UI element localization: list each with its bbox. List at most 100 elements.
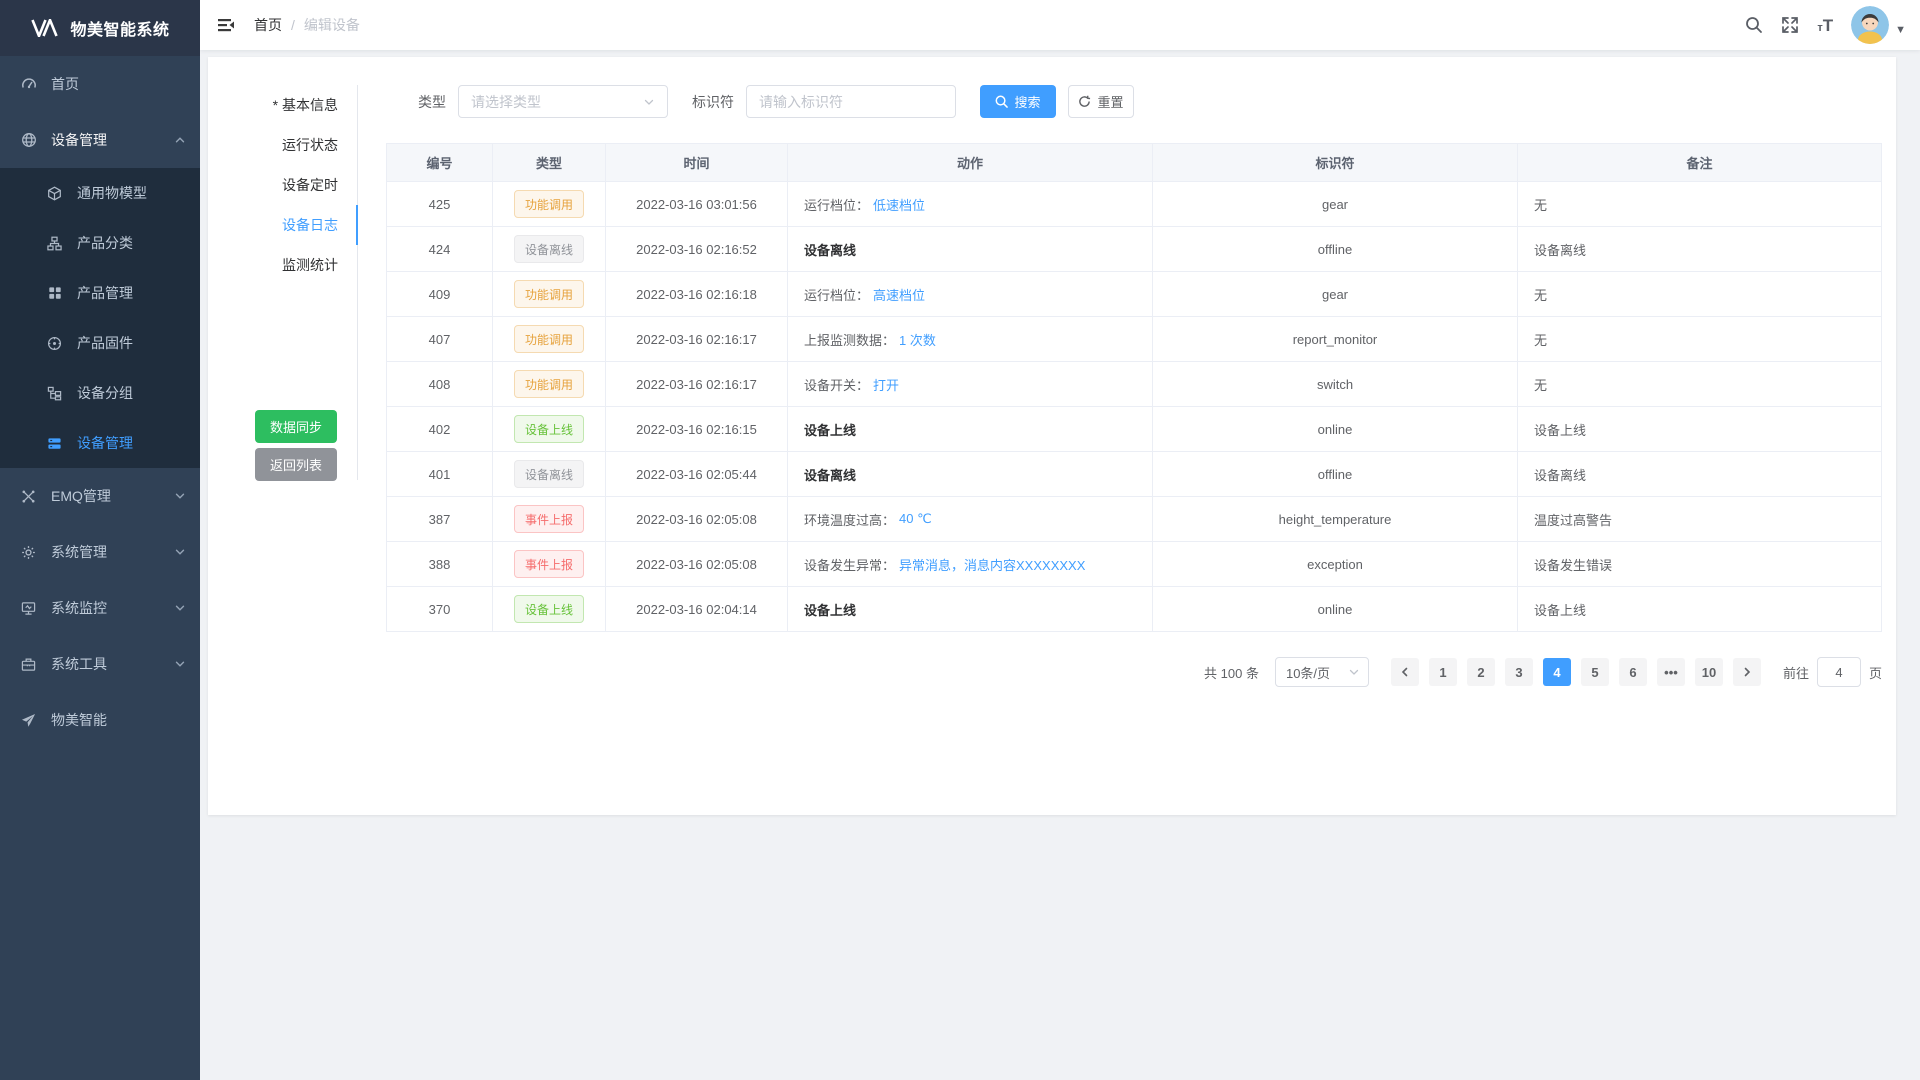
cell-time: 2022-03-16 02:16:17	[606, 317, 788, 361]
prev-page-button[interactable]	[1391, 658, 1419, 686]
table-row: 387事件上报2022-03-16 02:05:08环境温度过高：40 ℃hei…	[387, 496, 1881, 541]
search-icon[interactable]	[1745, 16, 1763, 34]
tab-0[interactable]: * 基本信息	[208, 85, 357, 125]
action-text: 设备上线	[804, 600, 856, 619]
page-button-6[interactable]: 6	[1619, 658, 1647, 686]
type-label: 类型	[418, 92, 446, 112]
type-select[interactable]: 请选择类型	[458, 85, 668, 118]
action-text: 设备离线	[804, 240, 856, 259]
user-menu[interactable]: ▼	[1851, 6, 1906, 44]
sidebar-item-1[interactable]: 设备管理	[0, 112, 200, 168]
breadcrumb-home[interactable]: 首页	[254, 15, 282, 35]
sidebar-item-4[interactable]: 系统监控	[0, 580, 200, 636]
column-header: 备注	[1518, 144, 1881, 181]
action-text: 设备上线	[804, 420, 856, 439]
cell-remark: 无	[1518, 362, 1881, 406]
cell-remark: 设备离线	[1518, 452, 1881, 496]
tab-3[interactable]: 设备日志	[208, 205, 357, 245]
search-button[interactable]: 搜索	[980, 85, 1056, 118]
page-button-4[interactable]: 4	[1543, 658, 1571, 686]
cell-action: 设备离线	[788, 452, 1153, 496]
cell-id: 409	[387, 272, 493, 316]
sidebar-item-label: 设备管理	[51, 130, 107, 150]
page-button-1[interactable]: 1	[1429, 658, 1457, 686]
page-button-3[interactable]: 3	[1505, 658, 1533, 686]
cell-time: 2022-03-16 02:16:52	[606, 227, 788, 271]
reset-button[interactable]: 重置	[1068, 85, 1134, 118]
cell-id: 401	[387, 452, 493, 496]
cell-action: 设备离线	[788, 227, 1153, 271]
sidebar-item-label: 系统管理	[51, 542, 107, 562]
device-tabs: * 基本信息运行状态设备定时设备日志监测统计	[208, 85, 357, 285]
chevron-down-icon	[174, 658, 186, 670]
gauge-icon	[20, 76, 37, 93]
gear-icon	[20, 544, 37, 561]
column-header: 动作	[788, 144, 1153, 181]
page-button-10[interactable]: 10	[1695, 658, 1723, 686]
sidebar-item-0[interactable]: 首页	[0, 56, 200, 112]
cell-remark: 无	[1518, 317, 1881, 361]
sidebar-item-5[interactable]: 系统工具	[0, 636, 200, 692]
fullscreen-icon[interactable]	[1781, 16, 1799, 34]
cell-identifier: offline	[1153, 227, 1518, 271]
sidebar-subitem-1[interactable]: 产品分类	[0, 218, 200, 268]
sidebar-item-label: EMQ管理	[51, 486, 111, 506]
hamburger-icon[interactable]	[200, 0, 252, 50]
emq-icon	[20, 488, 37, 505]
tab-2[interactable]: 设备定时	[208, 165, 357, 205]
cell-action: 设备发生异常：异常消息，消息内容XXXXXXXX	[788, 542, 1153, 586]
cell-type: 事件上报	[493, 542, 606, 586]
cell-id: 425	[387, 182, 493, 226]
type-tag: 设备上线	[514, 415, 584, 443]
cell-action: 环境温度过高：40 ℃	[788, 497, 1153, 541]
tab-4[interactable]: 监测统计	[208, 245, 357, 285]
sidebar-subitem-5[interactable]: 设备管理	[0, 418, 200, 468]
monitor-icon	[20, 600, 37, 617]
toolbox-icon	[20, 656, 37, 673]
goto-page-input[interactable]	[1817, 657, 1861, 687]
action-link[interactable]: 40 ℃	[899, 511, 932, 527]
column-header: 时间	[606, 144, 788, 181]
sidebar-item-label: 设备管理	[77, 433, 133, 453]
cell-type: 功能调用	[493, 272, 606, 316]
cell-remark: 设备发生错误	[1518, 542, 1881, 586]
action-prefix: 运行档位：	[804, 195, 869, 214]
next-page-button[interactable]	[1733, 658, 1761, 686]
tab-1[interactable]: 运行状态	[208, 125, 357, 165]
page-button-2[interactable]: 2	[1467, 658, 1495, 686]
cell-identifier: offline	[1153, 452, 1518, 496]
sidebar-item-3[interactable]: 系统管理	[0, 524, 200, 580]
action-link[interactable]: 打开	[873, 375, 899, 394]
cell-remark: 无	[1518, 182, 1881, 226]
action-prefix: 运行档位：	[804, 285, 869, 304]
grid-icon	[46, 285, 63, 302]
app-title: 物美智能系统	[70, 16, 169, 40]
sidebar-item-2[interactable]: EMQ管理	[0, 468, 200, 524]
sidebar-subitem-0[interactable]: 通用物模型	[0, 168, 200, 218]
cell-id: 408	[387, 362, 493, 406]
font-size-icon[interactable]: тT	[1817, 17, 1833, 34]
page-ellipsis-button[interactable]: •••	[1657, 658, 1685, 686]
sidebar-submenu: 通用物模型产品分类产品管理产品固件设备分组设备管理	[0, 168, 200, 468]
action-link[interactable]: 1 次数	[899, 330, 936, 349]
action-link[interactable]: 低速档位	[873, 195, 925, 214]
identifier-input[interactable]	[759, 94, 943, 110]
page-button-5[interactable]: 5	[1581, 658, 1609, 686]
cell-remark: 设备上线	[1518, 407, 1881, 451]
sidebar-item-6[interactable]: 物美智能	[0, 692, 200, 748]
page-size-select[interactable]: 10条/页	[1275, 657, 1369, 687]
action-link[interactable]: 异常消息，消息内容XXXXXXXX	[899, 555, 1085, 574]
sidebar-subitem-3[interactable]: 产品固件	[0, 318, 200, 368]
sidebar-item-label: 首页	[51, 74, 79, 94]
action-link[interactable]: 高速档位	[873, 285, 925, 304]
cell-remark: 设备离线	[1518, 227, 1881, 271]
cell-identifier: height_temperature	[1153, 497, 1518, 541]
filter-bar: 类型 请选择类型 标识符 搜索 重置	[418, 85, 1134, 118]
data-sync-button[interactable]: 数据同步	[255, 410, 337, 443]
sidebar-subitem-4[interactable]: 设备分组	[0, 368, 200, 418]
cell-identifier: exception	[1153, 542, 1518, 586]
app-logo[interactable]: 物美智能系统	[0, 0, 200, 56]
chevron-down-icon	[174, 490, 186, 502]
sidebar-subitem-2[interactable]: 产品管理	[0, 268, 200, 318]
back-to-list-button[interactable]: 返回列表	[255, 448, 337, 481]
